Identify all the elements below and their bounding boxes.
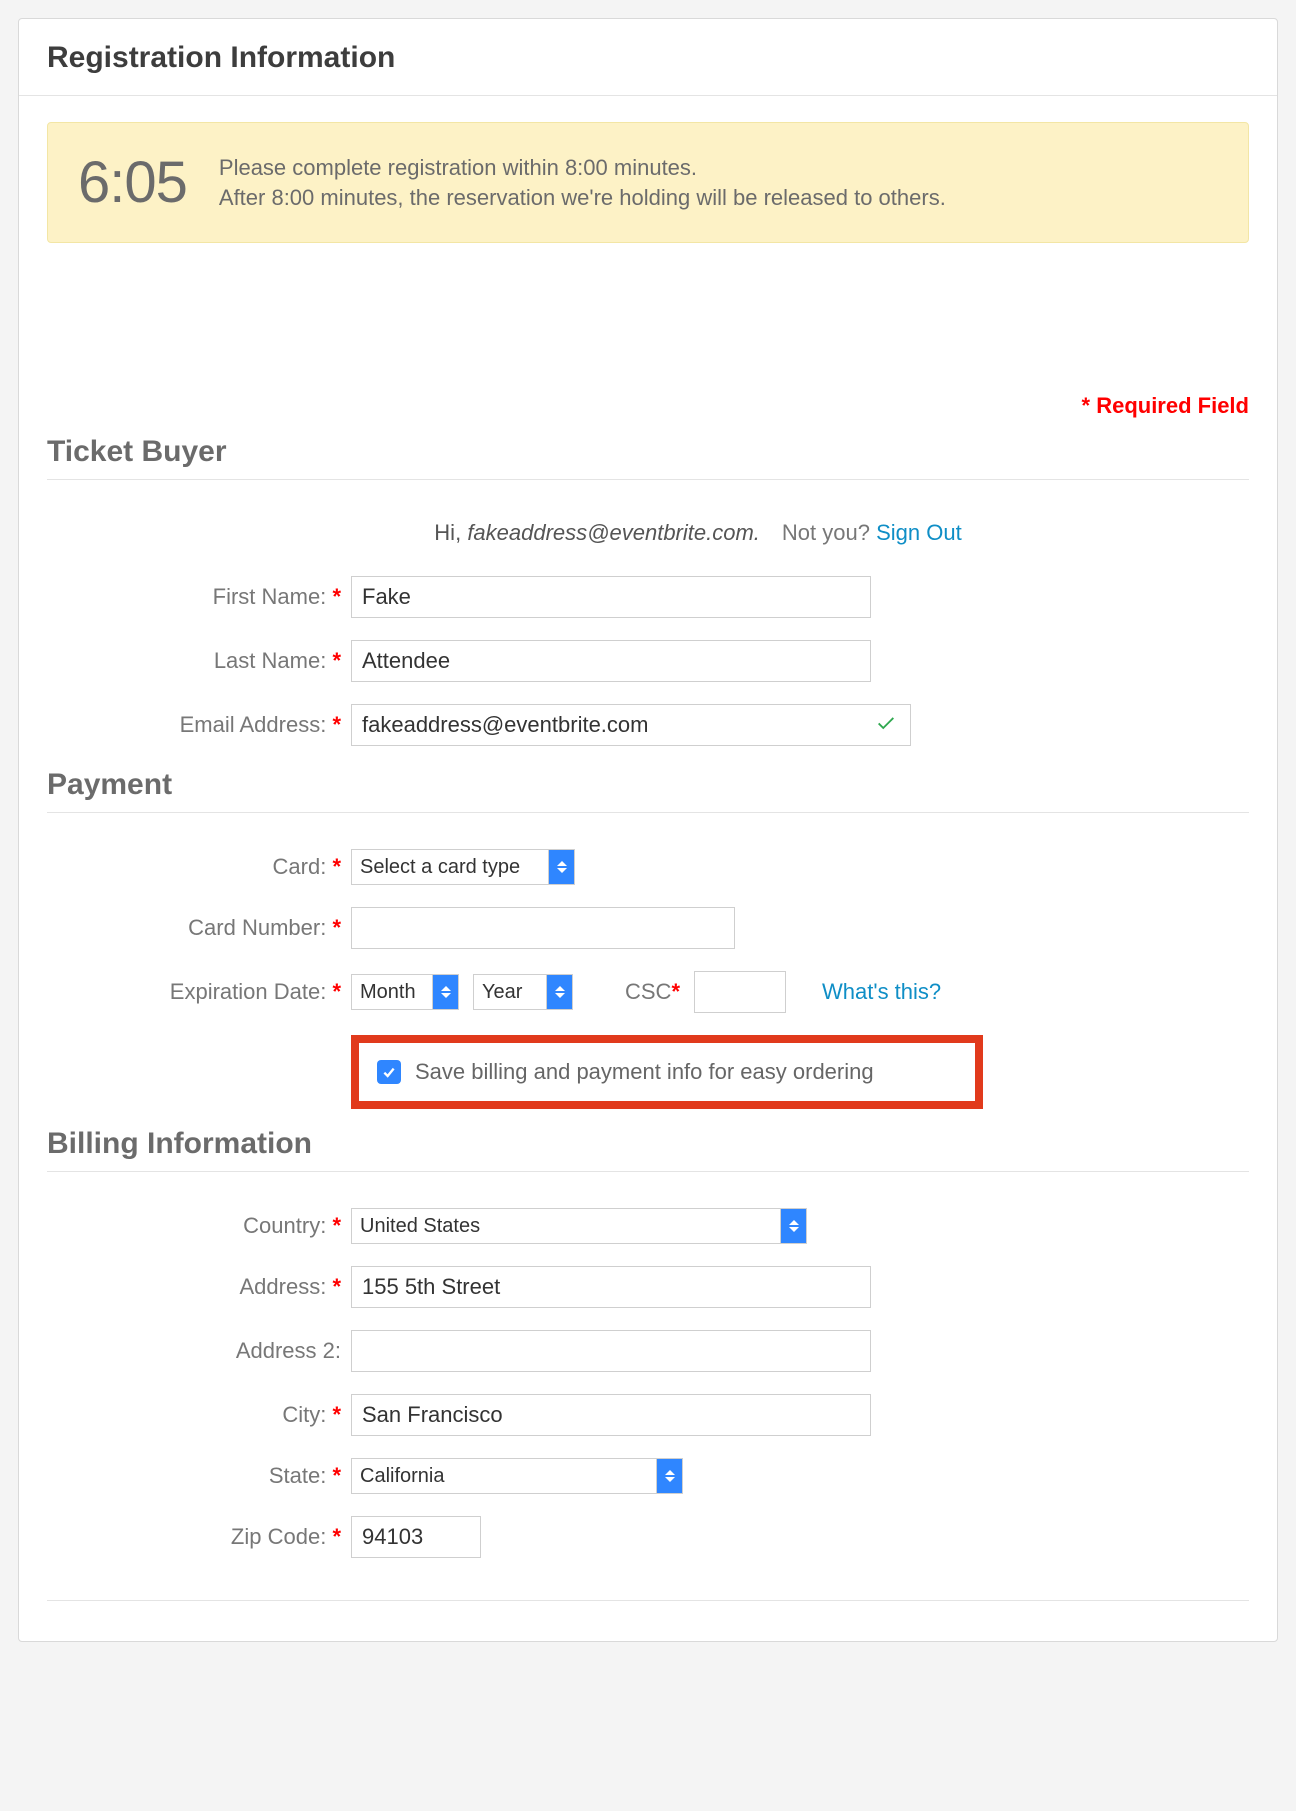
panel-body: 6:05 Please complete registration within… (19, 96, 1277, 1641)
greeting-hi: Hi, fakeaddress@eventbrite.com. (434, 520, 760, 546)
panel-header: Registration Information (19, 19, 1277, 96)
greeting-email: fakeaddress@eventbrite.com. (467, 520, 760, 545)
save-info-checkbox[interactable] (377, 1060, 401, 1084)
row-last-name: Last Name: * (47, 640, 1249, 682)
row-email: Email Address: * (47, 704, 1249, 746)
label-city: City: * (47, 1402, 351, 1428)
state-select[interactable]: California (351, 1458, 683, 1494)
registration-panel: Registration Information 6:05 Please com… (18, 18, 1278, 1642)
section-billing: Billing Information (47, 1127, 1249, 1172)
card-type-select[interactable]: Select a card type (351, 849, 575, 885)
row-card-number: Card Number: * (47, 907, 1249, 949)
timer-value: 6:05 (78, 149, 187, 216)
first-name-field[interactable] (351, 576, 871, 618)
whats-this-link[interactable]: What's this? (822, 979, 941, 1005)
label-expiration: Expiration Date: * (47, 979, 351, 1005)
select-arrow-icon (656, 1459, 682, 1493)
label-state: State: * (47, 1463, 351, 1489)
card-number-field[interactable] (351, 907, 735, 949)
row-country: Country: * United States (47, 1208, 1249, 1244)
expiration-group: Month Year CSC* What's this? (351, 971, 941, 1013)
row-zip: Zip Code: * (47, 1516, 1249, 1558)
divider (47, 1600, 1249, 1601)
greeting-notyou: Not you? (782, 520, 870, 545)
checkmark-icon (875, 712, 897, 739)
label-first-name: First Name: * (47, 584, 351, 610)
label-last-name: Last Name: * (47, 648, 351, 674)
timer-box: 6:05 Please complete registration within… (47, 122, 1249, 243)
timer-line-1: Please complete registration within 8:00… (219, 153, 946, 183)
email-wrap (351, 704, 911, 746)
label-csc: CSC* (625, 979, 680, 1005)
country-select[interactable]: United States (351, 1208, 807, 1244)
email-field[interactable] (351, 704, 911, 746)
select-arrow-icon (548, 850, 574, 884)
row-expiration: Expiration Date: * Month Year CSC* What'… (47, 971, 1249, 1013)
page-title: Registration Information (47, 41, 1249, 75)
select-arrow-icon (780, 1209, 806, 1243)
row-address: Address: * (47, 1266, 1249, 1308)
timer-line-2: After 8:00 minutes, the reservation we'r… (219, 183, 946, 213)
exp-month-select[interactable]: Month (351, 974, 459, 1010)
address2-field[interactable] (351, 1330, 871, 1372)
save-info-label: Save billing and payment info for easy o… (415, 1059, 874, 1085)
section-ticket-buyer: Ticket Buyer (47, 435, 1249, 480)
timer-text: Please complete registration within 8:00… (219, 153, 946, 212)
required-field-note: * Required Field (47, 393, 1249, 419)
greeting-notyou-group: Not you? Sign Out (782, 520, 962, 546)
exp-year-select[interactable]: Year (473, 974, 573, 1010)
zip-field[interactable] (351, 1516, 481, 1558)
csc-field[interactable] (694, 971, 786, 1013)
select-arrow-icon (546, 975, 572, 1009)
label-address2: Address 2: (47, 1338, 351, 1364)
label-country: Country: * (47, 1213, 351, 1239)
address-field[interactable] (351, 1266, 871, 1308)
label-card-number: Card Number: * (47, 915, 351, 941)
save-info-highlight: Save billing and payment info for easy o… (351, 1035, 983, 1109)
label-zip: Zip Code: * (47, 1524, 351, 1550)
select-arrow-icon (432, 975, 458, 1009)
greeting-row: Hi, fakeaddress@eventbrite.com. Not you?… (147, 520, 1249, 546)
row-first-name: First Name: * (47, 576, 1249, 618)
label-email: Email Address: * (47, 712, 351, 738)
label-card: Card: * (47, 854, 351, 880)
row-state: State: * California (47, 1458, 1249, 1494)
city-field[interactable] (351, 1394, 871, 1436)
row-city: City: * (47, 1394, 1249, 1436)
last-name-field[interactable] (351, 640, 871, 682)
label-address: Address: * (47, 1274, 351, 1300)
section-payment: Payment (47, 768, 1249, 813)
row-card: Card: * Select a card type (47, 849, 1249, 885)
sign-out-link[interactable]: Sign Out (876, 520, 962, 545)
row-address2: Address 2: (47, 1330, 1249, 1372)
